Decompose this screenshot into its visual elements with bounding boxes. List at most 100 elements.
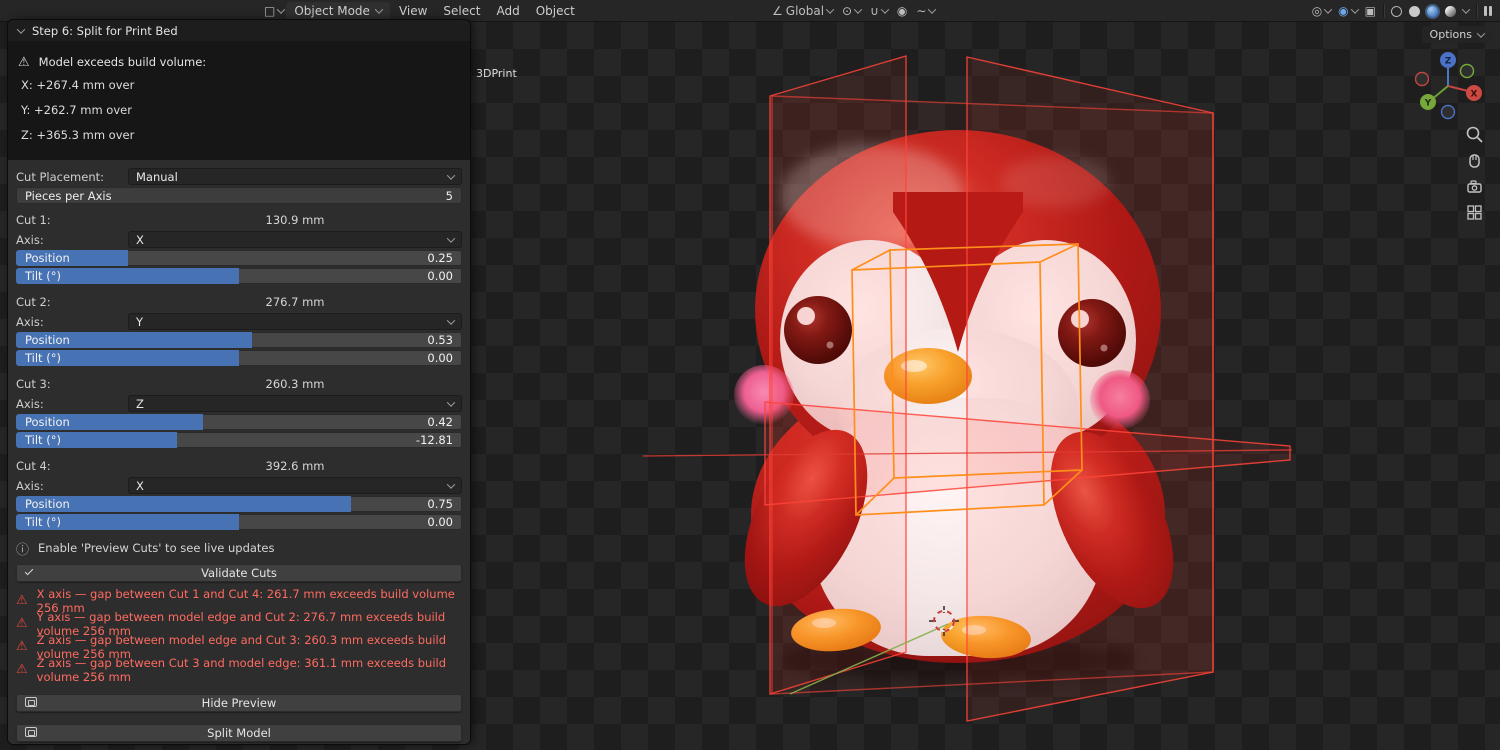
split-model-button[interactable]: Split Model [16,724,462,742]
navigation-gizmo[interactable]: Z X Y [1410,48,1486,124]
error-text: Z axis — gap between Cut 3 and model edg… [36,655,447,684]
warning-line-y: Y: +262.7 mm over [21,103,132,117]
error-message: ⚠ Z axis — gap between Cut 3 and model e… [16,656,462,684]
cut1-size: 130.9 mm [265,212,325,227]
cut-section-4: Cut 4: 392.6 mm Axis: X Position 0.75 Ti… [16,450,462,532]
chevron-down-icon [825,5,835,14]
chevron-down-icon [928,5,937,14]
error-message: ⚠ X axis — gap between Cut 1 and Cut 4: … [16,587,462,615]
region-toggle-icon[interactable] [1484,6,1492,16]
split-model-label: Split Model [207,726,271,740]
pan-hand-icon[interactable] [1464,150,1484,170]
cut-placement-label: Cut Placement: [16,169,105,184]
cut-section-1: Cut 1: 130.9 mm Axis: X Position 0.25 Ti… [16,204,462,286]
error-icon: ⚠ [16,639,28,654]
hide-preview-button[interactable]: Hide Preview [16,694,462,712]
menu-view[interactable]: View [392,2,434,20]
panel-body: Cut Placement: Manual Pieces per Axis 5 … [8,160,470,744]
warning-line-x: X: +267.4 mm over [21,78,135,92]
cut3-size: 260.3 mm [265,376,325,391]
cut2-position-value: 0.53 [427,333,453,347]
cut3-position-value: 0.42 [427,415,453,429]
cut1-axis-select[interactable]: X [128,231,462,248]
cut4-tilt-slider[interactable]: Tilt (°) 0.00 [16,514,462,530]
cut4-axis-select[interactable]: X [128,477,462,494]
cut-section-2: Cut 2: 276.7 mm Axis: Y Position 0.53 Ti… [16,286,462,368]
cut4-label: Cut 4: [16,458,51,473]
validate-cuts-button[interactable]: Validate Cuts [16,564,462,582]
cut1-axis-value: X [136,232,144,247]
xray-toggle-icon[interactable]: ▣ [1365,4,1376,18]
cut2-axis-value: Y [136,314,144,329]
pieces-per-axis-field[interactable]: Pieces per Axis 5 [16,187,462,204]
solid-shading-icon[interactable] [1409,5,1420,17]
axis-z-label: Z [1445,57,1452,67]
cut4-size: 392.6 mm [265,458,325,473]
shading-dropdown-icon[interactable] [1461,5,1471,14]
mode-select[interactable]: Object Mode [286,2,390,20]
cut1-label: Cut 1: [16,212,51,227]
menu-object[interactable]: Object [529,2,582,20]
mode-label: Object Mode [294,4,370,18]
scene-collection-label: 3DPrint [476,67,517,80]
pieces-label: Pieces per Axis [25,188,112,203]
cut-plane-1[interactable] [769,55,907,695]
menu-select[interactable]: Select [436,2,487,20]
overlays-toggle-icon[interactable]: ◉ [1338,4,1359,18]
gizmos-toggle-icon[interactable]: ◎ [1312,4,1333,18]
hide-preview-label: Hide Preview [201,696,277,710]
zoom-icon[interactable] [1464,124,1484,144]
chevron-down-icon [1323,5,1333,14]
axis-x-neg-ball[interactable] [1414,71,1430,87]
cut-placement-select[interactable]: Manual [128,168,462,185]
info-text: Enable 'Preview Cuts' to see live update… [38,541,275,555]
cut2-size: 276.7 mm [265,294,325,309]
orientation-select[interactable]: ∠ Global [772,4,835,18]
position-label: Position [25,497,70,511]
viewport-header: □ Object Mode View Select Add Object ∠ G… [0,0,1500,22]
cut2-position-slider[interactable]: Position 0.53 [16,332,462,348]
cut4-axis-value: X [136,478,144,493]
wireframe-shading-icon[interactable] [1391,5,1402,17]
falloff-icon[interactable]: ∼ [916,4,937,18]
cut3-tilt-slider[interactable]: Tilt (°) -12.81 [16,432,462,448]
cut1-tilt-slider[interactable]: Tilt (°) 0.00 [16,268,462,284]
grid-ortho-icon[interactable] [1464,202,1484,222]
pivot-point-icon[interactable]: ⊙ [842,4,863,18]
cut3-axis-value: Z [136,396,144,411]
cut3-position-slider[interactable]: Position 0.42 [16,414,462,430]
axis-z-neg-ball[interactable] [1440,104,1456,120]
cut4-position-slider[interactable]: Position 0.75 [16,496,462,512]
editor-type-icon[interactable]: □ [264,4,286,18]
orientation-label: Global [785,4,825,18]
options-button[interactable]: Options [1421,26,1492,43]
axis-x-label: X [1471,90,1478,100]
chevron-down-icon [446,397,456,407]
axis-y-neg-ball[interactable] [1459,63,1475,79]
chevron-down-icon [277,5,286,14]
cut-plane-4[interactable] [966,56,1214,722]
rendered-shading-icon[interactable] [1445,5,1456,17]
cut2-tilt-slider[interactable]: Tilt (°) 0.00 [16,350,462,366]
tilt-label: Tilt (°) [25,433,61,447]
validate-cuts-label: Validate Cuts [201,566,277,580]
panel-header[interactable]: Step 6: Split for Print Bed [8,20,470,41]
snap-magnet-icon[interactable]: ∪ [870,4,890,18]
menu-add[interactable]: Add [489,2,526,20]
error-message: ⚠ Z axis — gap between model edge and Cu… [16,633,462,661]
position-label: Position [25,333,70,347]
axis-label: Axis: [16,396,44,411]
collapse-chevron-icon [16,24,26,34]
cut4-tilt-value: 0.00 [427,515,453,529]
cut3-tilt-value: -12.81 [415,433,453,447]
camera-view-icon[interactable] [1464,176,1484,196]
proportional-edit-icon[interactable]: ◉ [897,4,907,18]
cut2-axis-select[interactable]: Y [128,313,462,330]
cut2-tilt-value: 0.00 [427,351,453,365]
error-icon: ⚠ [16,593,28,608]
cut1-position-slider[interactable]: Position 0.25 [16,250,462,266]
cut3-axis-select[interactable]: Z [128,395,462,412]
material-shading-icon[interactable] [1427,5,1438,17]
tilt-label: Tilt (°) [25,351,61,365]
tilt-label: Tilt (°) [25,269,61,283]
